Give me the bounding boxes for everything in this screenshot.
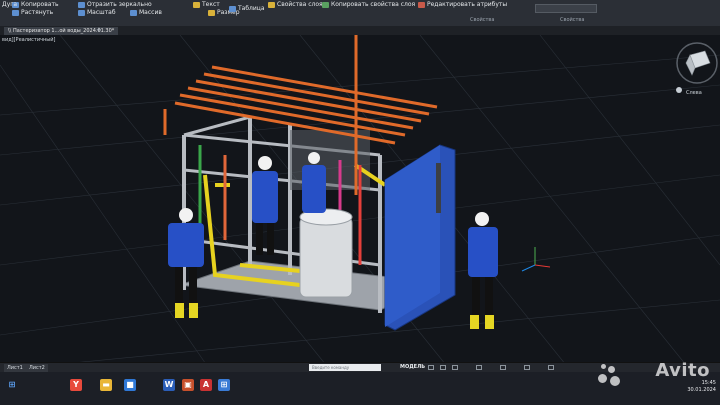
osnap-toggle-icon[interactable]: [500, 365, 506, 370]
ortho-toggle-icon[interactable]: [452, 365, 458, 370]
mirror-icon: [78, 1, 85, 8]
avito-logo-icon: [598, 364, 620, 386]
text-button[interactable]: Текст: [193, 1, 220, 8]
scale-button[interactable]: Масштаб: [78, 9, 116, 16]
text-icon: [193, 1, 200, 8]
ribbon-toolbar: Копировать Растянуть Отразить зеркально …: [0, 0, 720, 27]
ribbon-group-label: Свойства: [560, 17, 585, 23]
layout-tab-2[interactable]: Лист2: [26, 364, 48, 372]
table-button[interactable]: Таблица: [229, 5, 265, 12]
copy-button[interactable]: Копировать: [12, 1, 58, 8]
viewcube-label[interactable]: Слева: [686, 90, 702, 96]
lineweight-toggle-icon[interactable]: [524, 365, 530, 370]
clock-date: 30.01.2024: [687, 387, 716, 393]
start-menu-icon[interactable]: ⊞: [6, 379, 18, 391]
word-icon[interactable]: W: [163, 379, 175, 391]
mirror-button[interactable]: Отразить зеркально: [78, 1, 152, 8]
avito-watermark: Avito: [655, 360, 710, 381]
layout-tab-1[interactable]: Лист1: [4, 364, 26, 372]
clock-time: 15:45: [701, 380, 716, 386]
snap-toggle-icon[interactable]: [440, 365, 446, 370]
autocad-icon[interactable]: A: [200, 379, 212, 391]
edit-attributes-button[interactable]: Редактировать атрибуты: [418, 1, 507, 8]
layer-dropdown[interactable]: [535, 4, 597, 13]
array-button[interactable]: Массив: [130, 9, 162, 16]
viewcube-icon[interactable]: [676, 42, 718, 84]
command-line-input[interactable]: Введите команду: [309, 364, 381, 371]
model-viewport: [0, 35, 720, 370]
new-tab-icon[interactable]: +: [96, 26, 102, 34]
stretch-icon: [12, 9, 19, 16]
grid-toggle-icon[interactable]: [428, 365, 434, 370]
model-space-label[interactable]: МОДЕЛЬ: [400, 364, 425, 370]
powerpoint-icon[interactable]: ▣: [182, 379, 194, 391]
dimension-icon: [208, 9, 215, 16]
edit-attributes-icon: [418, 1, 425, 8]
home-view-icon[interactable]: [676, 87, 682, 93]
drawing-canvas[interactable]: вид][Реалистичный] Слева: [0, 35, 720, 370]
app-store-icon[interactable]: ■: [124, 379, 136, 391]
layer-properties-icon: [268, 1, 275, 8]
arc-button[interactable]: Дуга: [2, 1, 17, 8]
yandex-browser-icon[interactable]: Y: [70, 379, 82, 391]
annotation-scale-icon[interactable]: [548, 365, 554, 370]
copy-layer-properties-icon: [322, 1, 329, 8]
polar-toggle-icon[interactable]: [476, 365, 482, 370]
copy-layer-properties-button[interactable]: Копировать свойства слоя: [322, 1, 415, 8]
layer-properties-button[interactable]: Свойства слоя: [268, 1, 323, 8]
stretch-button[interactable]: Растянуть: [12, 9, 53, 16]
clock[interactable]: 15:45 30.01.2024: [687, 380, 716, 394]
ribbon-group-label: Свойства: [470, 17, 495, 23]
pasteurizer-model: [163, 35, 498, 331]
folder-icon[interactable]: ▬: [100, 379, 112, 391]
array-icon: [130, 9, 137, 16]
scale-icon: [78, 9, 85, 16]
table-icon: [229, 5, 236, 12]
calculator-icon[interactable]: ⊞: [218, 379, 230, 391]
